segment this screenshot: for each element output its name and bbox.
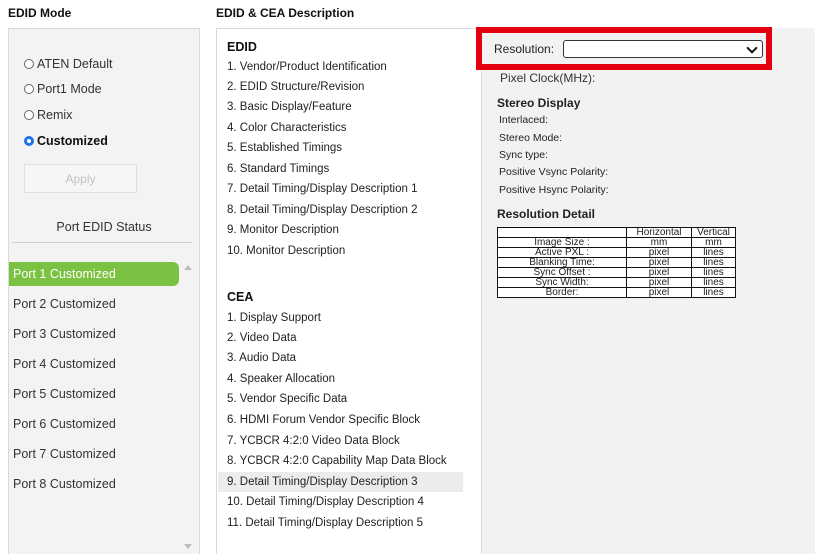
cea-item[interactable]: 10. Detail Timing/Display Description 4 <box>218 492 463 512</box>
cea-item-selected[interactable]: 9. Detail Timing/Display Description 3 <box>218 472 463 492</box>
port-item[interactable]: Port 7 Customized <box>9 442 179 466</box>
mode-remix[interactable]: Remix <box>24 108 72 122</box>
table-row: Blanking Time: pixel lines <box>497 257 736 268</box>
edid-item[interactable]: 2. EDID Structure/Revision <box>218 77 463 97</box>
port-item[interactable]: Port 5 Customized <box>9 382 179 406</box>
mode-customized[interactable]: Customized <box>24 134 108 148</box>
table-row: Sync Width: pixel lines <box>497 277 736 288</box>
table-row: Image Size : mm mm <box>497 237 736 248</box>
cea-section-title: CEA <box>227 290 254 304</box>
edid-mode-header: EDID Mode <box>8 6 72 20</box>
pixel-clock-label: Pixel Clock(MHz): <box>500 71 596 85</box>
cea-item[interactable]: 5. Vendor Specific Data <box>218 389 463 409</box>
cea-item[interactable]: 2. Video Data <box>218 328 463 348</box>
radio-icon[interactable] <box>24 84 34 94</box>
edid-item[interactable]: 4. Color Characteristics <box>218 118 463 138</box>
edid-item[interactable]: 9. Monitor Description <box>218 220 463 240</box>
port-item[interactable]: Port 8 Customized <box>9 472 179 496</box>
cea-item[interactable]: 7. YCBCR 4:2:0 Video Data Block <box>218 431 463 451</box>
port-item[interactable]: Port 6 Customized <box>9 412 179 436</box>
cea-item[interactable]: 1. Display Support <box>218 308 463 328</box>
stereo-display-title: Stereo Display <box>497 96 581 110</box>
port-edid-status-title: Port EDID Status <box>56 220 152 234</box>
table-row: Border: pixel lines <box>497 287 736 298</box>
table-row: Sync Offset : pixel lines <box>497 267 736 278</box>
cea-item[interactable]: 3. Audio Data <box>218 348 463 368</box>
chevron-down-icon[interactable] <box>746 42 758 54</box>
edid-item[interactable]: 3. Basic Display/Feature <box>218 97 463 117</box>
edid-cea-header: EDID & CEA Description <box>216 6 355 20</box>
radio-checked-icon[interactable] <box>24 136 34 146</box>
resolution-select[interactable] <box>563 40 763 58</box>
edid-item[interactable]: 1. Vendor/Product Identification <box>218 57 463 77</box>
edid-item[interactable]: 8. Detail Timing/Display Description 2 <box>218 200 463 220</box>
resolution-detail-title: Resolution Detail <box>497 207 596 221</box>
port-item[interactable]: Port 1 Customized <box>9 262 179 286</box>
edid-item[interactable]: 6. Standard Timings <box>218 159 463 179</box>
apply-button[interactable]: Apply <box>24 164 137 193</box>
edid-item[interactable]: 7. Detail Timing/Display Description 1 <box>218 179 463 199</box>
mode-port1[interactable]: Port1 Mode <box>24 82 102 96</box>
mode-aten-default[interactable]: ATEN Default <box>24 57 113 71</box>
edid-item[interactable]: 5. Established Timings <box>218 138 463 158</box>
hsync-polarity-label: Positive Hsync Polarity: <box>499 184 609 196</box>
stereo-mode-label: Stereo Mode: <box>499 132 563 144</box>
table-header-row: Horizontal Vertical <box>497 227 736 238</box>
edid-mode-panel: ATEN Default Port1 Mode Remix Customized… <box>8 28 200 554</box>
port-item[interactable]: Port 2 Customized <box>9 292 179 316</box>
edid-cea-list: EDID 1. Vendor/Product Identification 2.… <box>216 28 482 554</box>
port-item[interactable]: Port 3 Customized <box>9 322 179 346</box>
cea-item[interactable]: 4. Speaker Allocation <box>218 369 463 389</box>
resolution-detail-table: Horizontal Vertical Image Size : mm mm A… <box>497 227 736 298</box>
cea-item[interactable]: 6. HDMI Forum Vendor Specific Block <box>218 410 463 430</box>
edid-section-title: EDID <box>227 40 257 54</box>
vsync-polarity-label: Positive Vsync Polarity: <box>499 166 609 178</box>
scroll-up-icon[interactable] <box>184 265 192 270</box>
cea-item[interactable]: 8. YCBCR 4:2:0 Capability Map Data Block <box>218 451 463 471</box>
scroll-down-icon[interactable] <box>184 544 192 549</box>
resolution-label: Resolution: <box>494 42 555 56</box>
radio-icon[interactable] <box>24 59 34 69</box>
divider <box>12 242 192 243</box>
sync-type-label: Sync type: <box>499 149 549 161</box>
cea-item[interactable]: 11. Detail Timing/Display Description 5 <box>218 513 463 533</box>
radio-icon[interactable] <box>24 110 34 120</box>
port-item[interactable]: Port 4 Customized <box>9 352 179 376</box>
table-row: Active PXL : pixel lines <box>497 247 736 258</box>
interlaced-label: Interlaced: <box>499 114 549 126</box>
edid-item[interactable]: 10. Monitor Description <box>218 241 463 261</box>
